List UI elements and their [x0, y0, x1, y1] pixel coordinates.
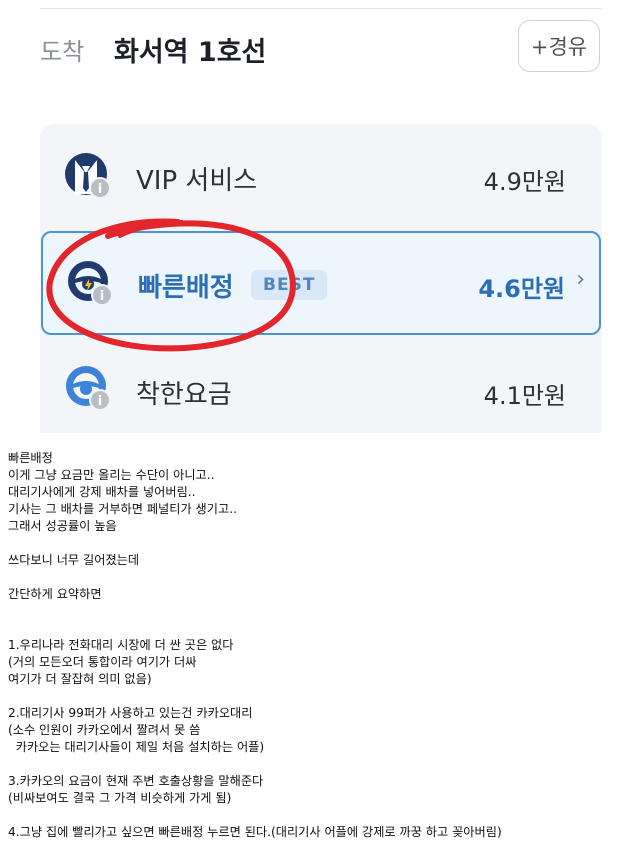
- post-line: 빠른배정: [8, 451, 53, 465]
- post-line: 그래서 성공률이 높음: [8, 519, 117, 533]
- post-body-text: 빠른배정이게 그냥 요금만 올리는 수단이 아니고.. 대리기사에게 강제 배차를…: [8, 450, 632, 841]
- option-price: 4.6만원: [478, 275, 565, 303]
- option-name: 빠른배정: [138, 273, 234, 303]
- post-line: 2.대리기사 99퍼가 사용하고 있는건 카카오대리: [8, 706, 253, 720]
- option-fast-dispatch[interactable]: i 빠른배정 BEST 4.6만원 ›: [41, 231, 601, 335]
- post-line: (거의 모든오더 통합이라 여기가 더싸: [8, 655, 197, 669]
- option-vip[interactable]: i VIP 서비스 4.9만원: [40, 124, 602, 228]
- steering-wheel-lightning-icon: i: [66, 259, 114, 307]
- post-line: 기사는 그 배차를 거부하면 페널티가 생기고..: [8, 502, 237, 516]
- service-options-panel: i VIP 서비스 4.9만원 i 빠른배정 BEST 4.6만원 › i 착한…: [40, 124, 602, 433]
- option-price: 4.1만원: [483, 382, 566, 410]
- post-line: 이게 그냥 요금만 올리는 수단이 아니고..: [8, 468, 215, 482]
- destination-label: 도착: [40, 38, 85, 66]
- post-line: 간단하게 요약하면: [8, 587, 102, 601]
- destination-value[interactable]: 화서역 1호선: [114, 30, 266, 69]
- post-line: (소수 인원이 카카오에서 짤려서 못 씀: [8, 723, 201, 737]
- chevron-right-icon: ›: [576, 267, 585, 292]
- post-line: 1.우리나라 전화대리 시장에 더 싼 곳은 없다: [8, 638, 234, 652]
- best-badge: BEST: [251, 270, 328, 300]
- post-line: 대리기사에게 강제 배차를 넣어버림..: [8, 485, 196, 499]
- post-line: 쓰다보니 너무 길어졌는데: [8, 553, 140, 567]
- svg-text:i: i: [100, 289, 104, 304]
- post-line: (비싸보여도 결국 그 가격 비슷하게 가게 됨): [8, 791, 232, 805]
- steering-wheel-icon: i: [64, 364, 112, 412]
- post-line: 카카오는 대리기사들이 제일 처음 설치하는 어플): [8, 740, 265, 754]
- option-name: VIP 서비스: [136, 166, 258, 196]
- svg-text:i: i: [98, 394, 102, 409]
- add-waypoint-button[interactable]: +경유: [518, 20, 600, 72]
- option-name: 착한요금: [136, 380, 232, 410]
- post-line: 4.그냥 집에 빨리가고 싶으면 빠른배정 누르면 된다.(대리기사 어플에 강…: [8, 825, 502, 839]
- vip-suit-icon: i: [64, 152, 112, 200]
- divider: [40, 8, 602, 9]
- svg-text:i: i: [98, 182, 102, 197]
- option-fair-price[interactable]: i 착한요금 4.1만원: [40, 338, 602, 433]
- post-line: 여기가 더 잘잡혀 의미 없음): [8, 672, 152, 686]
- option-price: 4.9만원: [483, 168, 566, 196]
- app-screenshot: 도착 화서역 1호선 +경유 i VIP 서비스 4.9만원 i 빠른배정 BE…: [0, 0, 640, 433]
- post-line: 3.카카오의 요금이 현재 주변 호출상황을 말해준다: [8, 774, 264, 788]
